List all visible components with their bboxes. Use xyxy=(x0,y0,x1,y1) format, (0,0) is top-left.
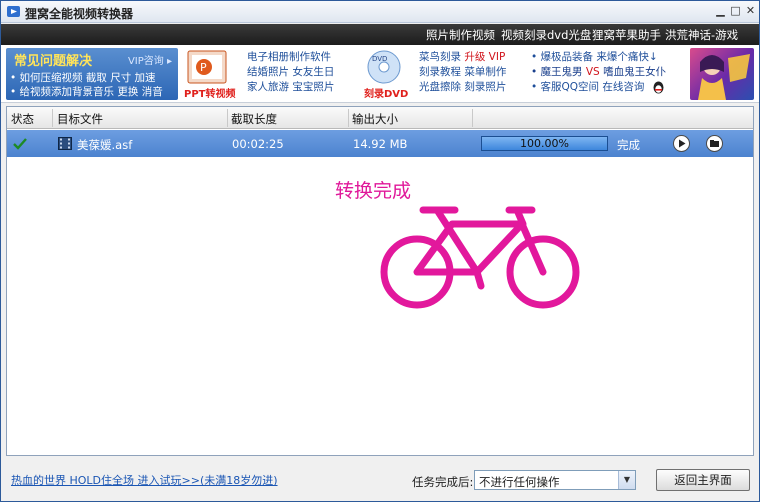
dvd-link-erase[interactable]: 光盘擦除 刻录照片 xyxy=(419,80,506,95)
game-ad-link[interactable]: 热血的世界 HOLD住全场 进入试玩>>(未满18岁勿进) xyxy=(11,472,278,488)
file-duration: 00:02:25 xyxy=(232,137,284,151)
after-task-label: 任务完成后: xyxy=(412,475,474,489)
bicycle-icon xyxy=(380,206,580,309)
chevron-down-icon[interactable]: ▼ xyxy=(618,471,635,489)
ppt-icon: P xyxy=(187,50,227,84)
column-divider xyxy=(472,109,473,127)
open-folder-button[interactable] xyxy=(706,135,723,152)
top-link-bar: 照片制作视频 视频刻录dvd光盘 狸窝苹果助手 洪荒神话-游戏 xyxy=(1,24,759,45)
column-status[interactable]: 状态 xyxy=(11,111,34,127)
dvd-label: 刻录DVD xyxy=(364,89,409,100)
column-output-size[interactable]: 输出大小 xyxy=(352,111,398,127)
album-links: 电子相册制作软件 结婚照片 女友生日 家人旅游 宝宝照片 xyxy=(247,50,334,95)
support-qq-link[interactable]: • 客服QQ空间 在线咨询 xyxy=(531,80,666,95)
upgrade-vip-link[interactable]: 升级 VIP xyxy=(464,51,505,63)
game-links: • 爆极品装备 来爆个痛快↓ • 魔王鬼男 VS 嗜血鬼王女仆 • 客服QQ空间… xyxy=(531,50,666,95)
after-task-value: 不进行任何操作 xyxy=(479,475,560,489)
column-divider xyxy=(348,109,349,127)
game-ad-image[interactable] xyxy=(690,48,754,100)
faq-panel[interactable]: 常见问题解决 VIP咨询 ▸ • 如何压缩视频 截取 尺寸 加速 • 给视频添加… xyxy=(6,48,178,100)
vip-consult-link[interactable]: VIP咨询 ▸ xyxy=(128,52,172,67)
dvd-link-row-1: 菜鸟刻录 升级 VIP xyxy=(419,50,506,65)
after-task-select[interactable]: 不进行任何操作 ▼ xyxy=(474,470,636,490)
play-icon xyxy=(679,139,686,148)
close-icon[interactable]: ✕ xyxy=(743,4,758,19)
progress-text: 100.00% xyxy=(520,137,569,150)
column-duration[interactable]: 截取长度 xyxy=(231,111,277,127)
conversion-complete-text: 转换完成 xyxy=(335,180,412,202)
window-title: 狸窝全能视频转换器 xyxy=(25,7,134,21)
folder-icon xyxy=(710,140,719,147)
album-link-1[interactable]: 电子相册制作软件 xyxy=(247,50,334,65)
top-link-photo-video[interactable]: 照片制作视频 xyxy=(426,27,495,43)
column-divider xyxy=(52,109,53,127)
row-status-text: 完成 xyxy=(617,138,640,152)
top-link-game[interactable]: 洪荒神话-游戏 xyxy=(665,27,738,43)
dvd-links: 菜鸟刻录 升级 VIP 刻录教程 菜单制作 光盘擦除 刻录照片 xyxy=(419,50,506,95)
top-link-dvd-burn[interactable]: 视频刻录dvd光盘 xyxy=(501,27,591,43)
column-target-file[interactable]: 目标文件 xyxy=(57,111,103,127)
table-row[interactable]: 美葆媛.asf 00:02:25 14.92 MB 100.00% 完成 xyxy=(7,130,753,157)
dvd-disc-icon: DVD xyxy=(367,50,401,84)
app-icon xyxy=(7,6,20,17)
game-link-row-2[interactable]: • 魔王鬼男 VS 嗜血鬼王女仆 xyxy=(531,65,666,80)
video-file-icon xyxy=(58,137,72,150)
faq-title: 常见问题解决 xyxy=(14,54,93,69)
game-link-maid: 嗜血鬼王女仆 xyxy=(599,66,667,78)
list-header: 状态 目标文件 截取长度 输出大小 xyxy=(7,107,753,129)
faq-line-music[interactable]: • 给视频添加背景音乐 更换 消音 xyxy=(10,84,163,99)
svg-text:P: P xyxy=(200,61,207,74)
checkmark-icon xyxy=(13,138,27,150)
svg-text:DVD: DVD xyxy=(372,55,387,63)
column-divider xyxy=(227,109,228,127)
game-link-demon: • 魔王鬼男 xyxy=(531,66,586,78)
ppt-to-video-ad[interactable]: P PPT转视频 xyxy=(182,48,240,100)
progress-bar: 100.00% xyxy=(481,136,608,151)
file-name: 美葆媛.asf xyxy=(77,138,133,152)
back-to-main-button[interactable]: 返回主界面 xyxy=(656,469,750,491)
top-link-apple-helper[interactable]: 狸窝苹果助手 xyxy=(592,27,661,43)
burn-dvd-ad[interactable]: DVD 刻录DVD xyxy=(356,48,412,100)
maximize-icon[interactable]: □ xyxy=(728,4,743,19)
ad-banner: 常见问题解决 VIP咨询 ▸ • 如何压缩视频 截取 尺寸 加速 • 给视频添加… xyxy=(1,45,759,103)
file-size: 14.92 MB xyxy=(353,137,408,151)
file-list: 状态 目标文件 截取长度 输出大小 美葆媛.asf 00:02:25 14.92… xyxy=(6,106,754,456)
dvd-link-novice[interactable]: 菜鸟刻录 xyxy=(419,51,464,63)
main-window: 狸窝全能视频转换器 ▁ □ ✕ 照片制作视频 视频刻录dvd光盘 狸窝苹果助手 … xyxy=(0,0,760,502)
dvd-link-tutorial[interactable]: 刻录教程 菜单制作 xyxy=(419,65,506,80)
play-button[interactable] xyxy=(673,135,690,152)
album-link-3[interactable]: 家人旅游 宝宝照片 xyxy=(247,80,334,95)
faq-line-compress[interactable]: • 如何压缩视频 截取 尺寸 加速 xyxy=(10,70,156,85)
album-link-2[interactable]: 结婚照片 女友生日 xyxy=(247,65,334,80)
ppt-label: PPT转视频 xyxy=(184,89,236,100)
game-link-vs: VS xyxy=(585,66,600,78)
game-link-equipment[interactable]: • 爆极品装备 来爆个痛快↓ xyxy=(531,50,666,65)
game-character-icon xyxy=(698,54,750,100)
minimize-icon[interactable]: ▁ xyxy=(713,4,728,19)
qq-penguin-icon[interactable] xyxy=(652,81,665,94)
title-bar[interactable]: 狸窝全能视频转换器 ▁ □ ✕ xyxy=(1,1,759,23)
